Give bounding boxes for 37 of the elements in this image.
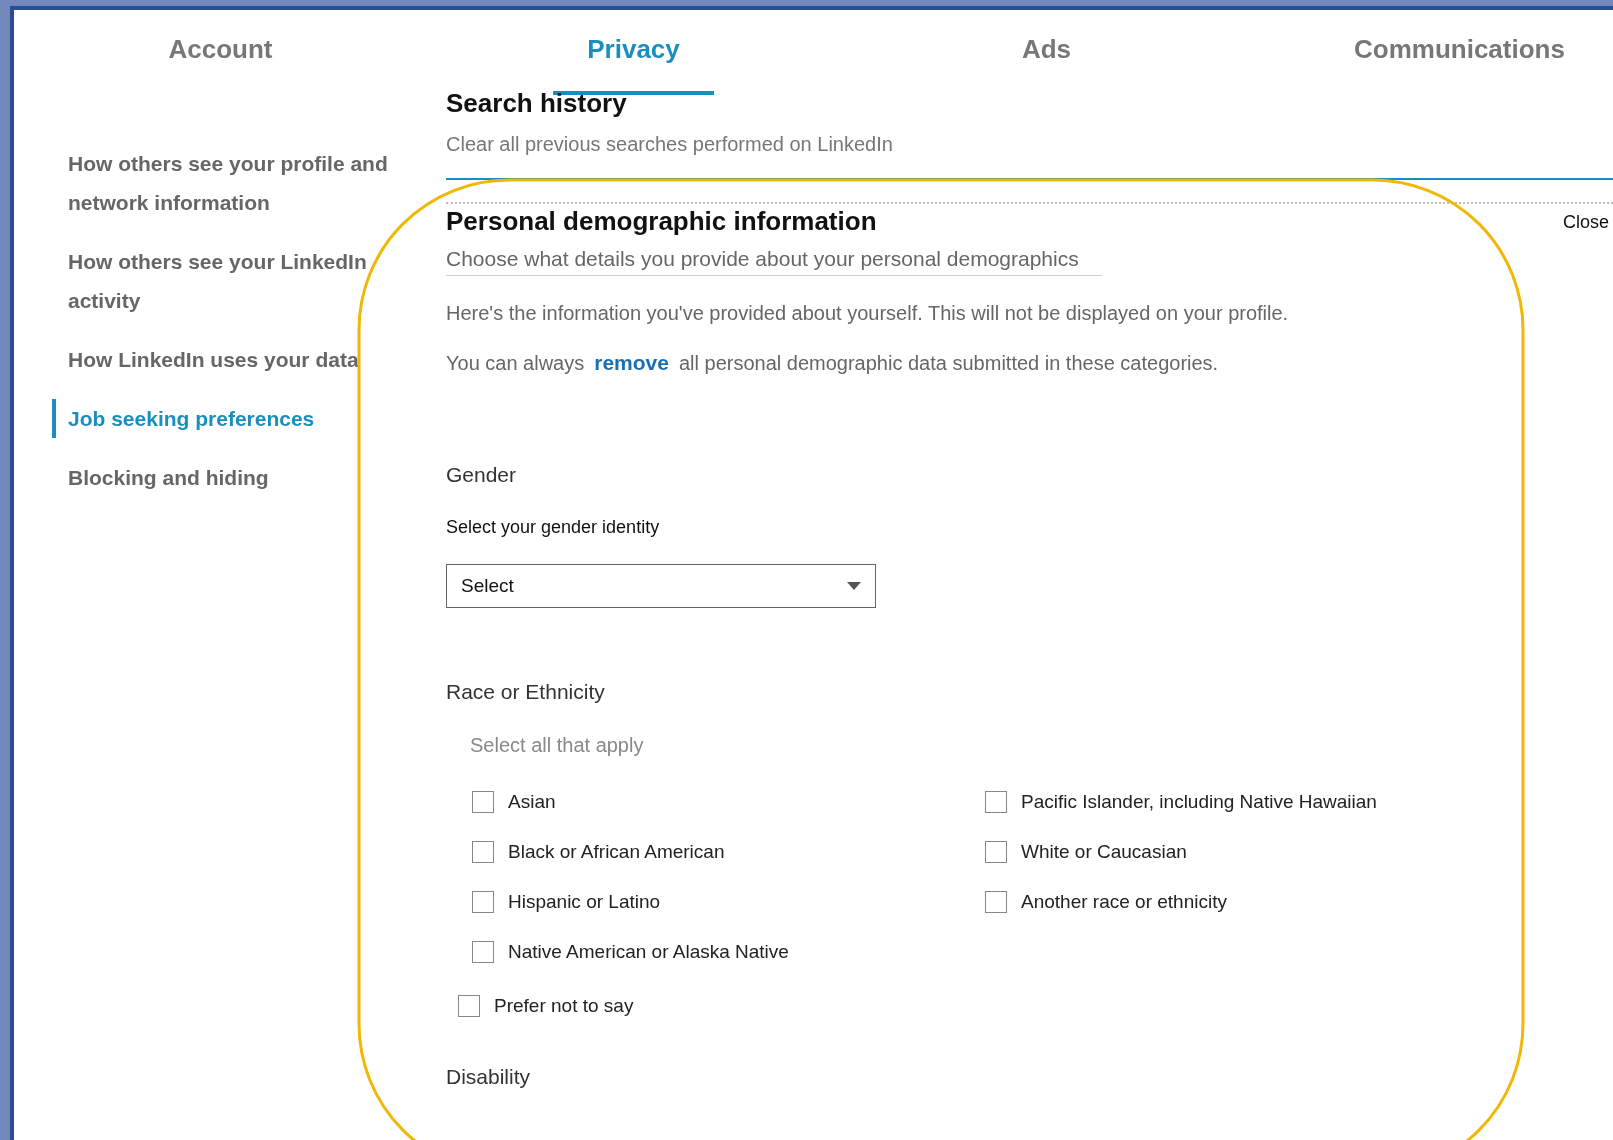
checkbox[interactable] <box>472 791 494 813</box>
sidebar-item[interactable]: Blocking and hiding <box>52 458 402 497</box>
field-heading: Gender <box>446 463 518 487</box>
checkbox-label: Hispanic or Latino <box>508 891 661 913</box>
tab[interactable]: Account <box>134 34 307 95</box>
field-hint: Select all that apply <box>470 734 645 757</box>
checkbox[interactable] <box>472 841 494 863</box>
checkbox-label: Pacific Islander, including Native Hawaiian <box>1021 791 1377 813</box>
sidebar-item[interactable]: How others see your profile and network information <box>52 144 402 222</box>
remove-text: You can always remove all personal demographic data submitted in these categories. <box>446 351 1220 375</box>
gender-select[interactable]: Select <box>446 564 876 608</box>
section-description: Clear all previous searches performed on LinkedIn <box>446 133 894 156</box>
checkbox[interactable] <box>985 891 1007 913</box>
field-heading: Disability <box>446 1065 532 1089</box>
checkbox-label: Prefer not to say <box>494 995 634 1017</box>
field-label: Select your gender identity <box>446 517 661 538</box>
checkbox-label: White or Caucasian <box>1021 841 1187 863</box>
checkbox-label: Another race or ethnicity <box>1021 891 1227 913</box>
checkbox[interactable] <box>472 941 494 963</box>
sidebar-item[interactable]: Job seeking preferences <box>52 399 402 438</box>
checkbox[interactable] <box>985 791 1007 813</box>
checkbox-label: Native American or Alaska Native <box>508 941 789 963</box>
checkbox[interactable] <box>458 995 480 1017</box>
remove-link[interactable]: remove <box>594 351 669 374</box>
section-description: Choose what details you provide about your personal demographics <box>446 247 1102 276</box>
section-title: Personal demographic information <box>446 206 877 237</box>
checkbox-label: Black or African American <box>508 841 725 863</box>
checkbox-label: Asian <box>508 791 556 813</box>
info-text: Here's the information you've provided about yourself. This will not be displayed on your profile. <box>446 302 1290 325</box>
checkbox[interactable] <box>985 841 1007 863</box>
checkbox[interactable] <box>472 891 494 913</box>
close-button[interactable]: Close <box>1562 208 1613 237</box>
field-heading: Race or Ethnicity <box>446 680 606 704</box>
sidebar-item[interactable]: How others see your LinkedIn activity <box>52 242 402 320</box>
caret-icon <box>847 582 861 590</box>
tab[interactable]: Communications <box>1320 34 1599 95</box>
tab[interactable]: Ads <box>987 34 1106 95</box>
